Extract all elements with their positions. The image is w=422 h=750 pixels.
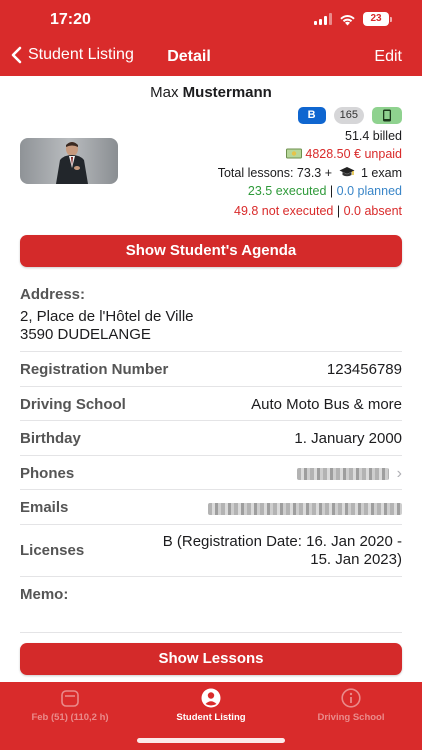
registration-row: Registration Number 123456789 [20,352,402,387]
home-indicator [137,738,285,743]
tab-driving-school[interactable]: Driving School [281,688,421,723]
person-photo [56,142,88,184]
person-icon [201,688,221,708]
executed-text: 23.5 executed [247,184,327,198]
address-line-2: 3590 DUDELANGE [20,326,151,343]
show-agenda-button[interactable]: Show Student's Agenda [20,235,402,267]
unpaid-line: 4828.50 € unpaid [286,147,402,161]
chevron-right-icon: › [396,465,402,482]
billed-text: 51.4 billed [345,129,402,143]
separator: | [336,204,341,218]
wifi-icon [340,14,355,25]
not-executed-line: 49.8 not executed | 0.0 absent [234,204,402,218]
planned-text: 0.0 planned [336,184,402,198]
count-badge: 165 [333,107,364,124]
birthday-row: Birthday 1. January 2000 [20,421,402,456]
tab-student-listing[interactable]: Student Listing [141,688,281,723]
tab-calendar-label: Feb (51) (110,2 h) [31,712,109,723]
driving-school-label: Driving School [20,396,126,413]
address-row: Address: 2, Place de l'Hôtel de Ville 35… [20,280,402,352]
student-last-name: Mustermann [182,84,272,101]
phones-label: Phones [20,465,75,482]
redacted-phone [296,468,389,480]
phone-icon [383,109,391,122]
student-badges: B 165 [297,107,402,124]
birthday-value: 1. January 2000 [294,430,402,447]
battery-level: 23 [363,12,389,26]
exam-text: 1 exam [361,166,402,180]
unpaid-text: 4828.50 € unpaid [305,147,402,161]
cellular-signal-icon [314,13,332,25]
not-executed-text: 49.8 not executed [234,204,334,218]
redacted-email [208,503,402,515]
edit-button[interactable]: Edit [374,48,402,66]
tab-calendar[interactable]: Feb (51) (110,2 h) [0,688,140,723]
licenses-value-line-2: 15. Jan 2023) [310,551,402,568]
student-first-name: Max [150,84,179,101]
graduation-cap-icon [339,167,355,177]
executed-line: 23.5 executed | 0.0 planned [248,184,402,198]
student-name: Max Mustermann [0,84,422,101]
licenses-row: Licenses B (Registration Date: 16. Jan 2… [20,525,402,577]
total-lessons-line: Total lessons: 73.3 + 1 exam [218,166,402,180]
status-time: 17:20 [50,11,91,28]
info-icon [341,688,361,708]
money-icon [286,148,303,159]
back-button[interactable]: Student Listing [10,46,134,64]
emails-value[interactable] [208,502,402,519]
chevron-left-icon [11,46,22,64]
phone-badge [372,107,402,124]
show-lessons-button[interactable]: Show Lessons [20,643,402,675]
licenses-label: Licenses [20,542,85,559]
license-badge: B [297,107,326,124]
memo-row: Memo: [20,577,402,633]
tab-student-listing-label: Student Listing [176,712,246,723]
emails-label: Emails [20,499,69,516]
licenses-value-line-1: B (Registration Date: 16. Jan 2020 - [162,533,402,550]
calendar-icon [61,690,79,707]
phones-value[interactable]: › [296,465,402,483]
navigation-bar: Student Listing Detail Edit [0,40,422,76]
battery-icon: 23 [363,12,392,26]
total-lessons-text: Total lessons: 73.3 + [217,166,333,180]
registration-label: Registration Number [20,361,169,378]
emails-row: Emails [20,490,402,525]
address-label: Address: [20,286,86,303]
absent-text: 0.0 absent [343,204,402,218]
separator: | [329,184,334,198]
birthday-label: Birthday [20,430,81,447]
memo-label: Memo: [20,586,69,603]
status-bar: 17:20 23 [0,0,422,40]
registration-value: 123456789 [326,361,402,378]
student-photo [20,138,118,184]
driving-school-row: Driving School Auto Moto Bus & more [20,387,402,421]
student-summary: Max Mustermann B 165 51.4 billed 4828.50… [0,76,422,226]
tab-driving-school-label: Driving School [317,712,385,723]
page-title: Detail [167,48,211,65]
status-icons: 23 [314,12,392,26]
phones-row[interactable]: Phones › [20,456,402,490]
address-line-1: 2, Place de l'Hôtel de Ville [20,308,194,325]
driving-school-value: Auto Moto Bus & more [251,396,402,413]
back-button-label: Student Listing [28,46,134,63]
